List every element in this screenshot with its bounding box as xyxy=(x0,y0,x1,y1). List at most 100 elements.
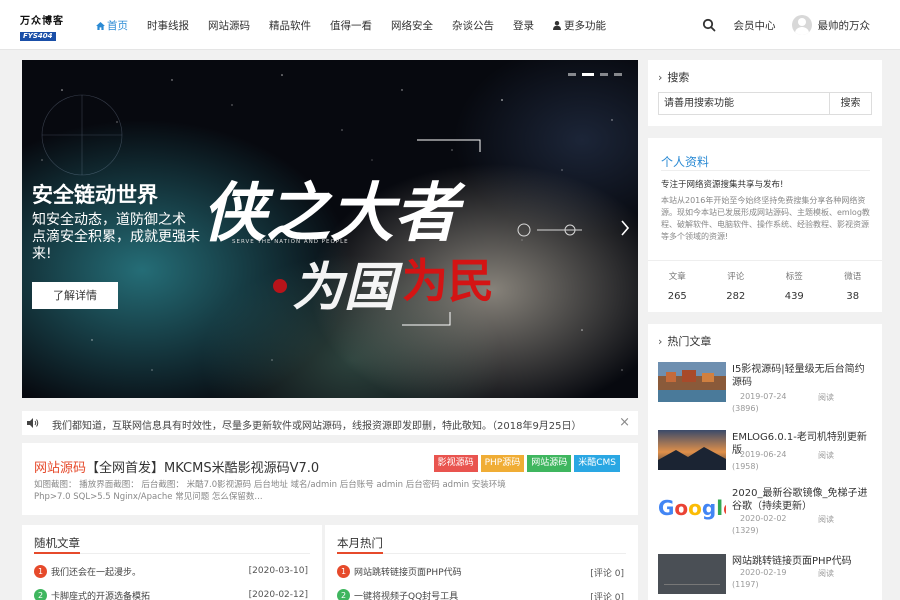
stat-label: 微语 xyxy=(844,272,862,282)
post-title[interactable]: 一键将视频子QQ封号工具 xyxy=(354,592,458,600)
stat-value: 282 xyxy=(726,291,746,302)
main-nav: 首页 时事线报 网站源码 精品软件 值得一看 网络安全 杂谈公告 登录 更多功能 xyxy=(96,0,625,50)
nav-item-source-code[interactable]: 网站源码 xyxy=(208,18,250,33)
site-logo[interactable]: 万众博客 FYS404 xyxy=(20,12,64,41)
hot-article-title[interactable]: I5影视源码|轻量级无后台简约源码 xyxy=(732,363,874,389)
list-item[interactable]: 2 一键将视频子QQ封号工具 [评论 0] xyxy=(337,589,624,600)
next-slide-arrow[interactable] xyxy=(621,220,629,236)
comment-count: [评论 0] xyxy=(590,569,624,579)
nav-item-home[interactable]: 首页 xyxy=(96,18,128,33)
slide-dot[interactable] xyxy=(568,73,576,76)
town-image[interactable] xyxy=(658,362,726,402)
article-tag[interactable]: PHP源码 xyxy=(480,455,525,472)
view-count: (3896) xyxy=(732,404,759,413)
nav-item-announcements[interactable]: 杂谈公告 xyxy=(452,18,494,33)
search-heading: › 搜索 xyxy=(658,69,689,85)
read-label: 阅读 xyxy=(818,393,834,402)
hot-article-item[interactable]: EMLOG6.0.1-老司机特别更新版 2019-06-24 阅读 (1958) xyxy=(658,430,874,475)
profile-stats: 文章 265 评论 282 标签 439 微语 38 xyxy=(648,260,882,312)
nav-item-news[interactable]: 时事线报 xyxy=(147,18,189,33)
nav-item-security[interactable]: 网络安全 xyxy=(391,18,433,33)
learn-more-button[interactable]: 了解详情 xyxy=(32,282,118,309)
dark-image[interactable] xyxy=(658,554,726,594)
google-logo[interactable]: Google xyxy=(658,486,726,526)
username[interactable]: 最帅的万众 xyxy=(818,18,871,33)
chevron-right-icon: › xyxy=(658,71,663,84)
search-icon[interactable] xyxy=(702,18,716,32)
stat-comments[interactable]: 评论 282 xyxy=(707,261,766,312)
hot-articles-widget: › 热门文章 I5影视源码|轻量级无后台简约源码 2019-07-24 阅读 (3… xyxy=(648,324,882,600)
stat-value: 439 xyxy=(784,291,804,302)
calligraphy-line2: 为国 xyxy=(292,257,403,318)
hot-heading: › 热门文章 xyxy=(658,333,711,349)
stat-label: 文章 xyxy=(668,272,686,282)
calligraphy-artwork: 侠之大者 为国 为民 SERVE THE NATION AND PEOPLE xyxy=(202,176,494,318)
rank-badge: 2 xyxy=(34,589,47,600)
hero-banner[interactable]: 安全链动世界 知安全动态，道防御之术 点滴安全积累，成就更强未来! 了解详情 侠之… xyxy=(22,60,638,398)
article-category[interactable]: 网站源码 xyxy=(34,461,86,476)
monthly-hot-panel: 本月热门 1 网站跳转链接页面PHP代码 [评论 0] 2 一键将视频子QQ封号工具… xyxy=(325,525,638,600)
hot-article-item[interactable]: I5影视源码|轻量级无后台简约源码 2019-07-24 阅读 (3896) xyxy=(658,362,874,413)
hot-article-title[interactable]: 2020_最新谷歌镜像_免梯子进谷歌（持续更新） xyxy=(732,487,874,513)
nav-item-worth-seeing[interactable]: 值得一看 xyxy=(330,18,372,33)
avatar[interactable] xyxy=(791,15,812,35)
article-title-text[interactable]: 【全网首发】MKCMS米酷影视源码V7.0 xyxy=(86,461,319,476)
logo-badge: FYS404 xyxy=(20,32,56,41)
article-excerpt: 如图截图： 播放界面截图： 后台截图： 米酷7.0影视源码 后台地址 域名/ad… xyxy=(34,480,506,502)
stat-tags[interactable]: 标签 439 xyxy=(765,261,824,312)
slide-dot[interactable] xyxy=(600,73,608,76)
notice-text: 我们都知道，互联网信息具有时效性，尽量多更新软件或网站源码，线报资源即发即删，特… xyxy=(52,421,582,432)
article-title[interactable]: 网站源码【全网首发】MKCMS米酷影视源码V7.0 xyxy=(34,457,319,476)
hot-article-item[interactable]: Google 2020_最新谷歌镜像_免梯子进谷歌（持续更新） 2020-02-… xyxy=(658,486,874,535)
banner-subtitle-line: 知安全动态，道防御之术 xyxy=(32,212,186,228)
list-item[interactable]: 1 我们还会在一起漫步。 [2020-03-10] xyxy=(34,565,308,579)
close-icon[interactable]: × xyxy=(619,415,630,430)
profile-motto: 专注于网络资源搜集共享与发布! xyxy=(661,180,784,190)
sunset-image[interactable] xyxy=(658,430,726,470)
slide-dot-active[interactable] xyxy=(582,73,594,76)
search-button[interactable]: 搜索 xyxy=(830,92,872,115)
rank-badge: 2 xyxy=(337,589,350,600)
header-actions: 会员中心 最帅的万众 xyxy=(702,0,871,50)
article-tag[interactable]: 米酷CMS xyxy=(574,455,620,472)
hot-article-date: 2019-07-24 xyxy=(740,392,787,401)
hot-article-title[interactable]: 网站跳转链接页面PHP代码 xyxy=(732,555,874,568)
logo-text: 万众博客 xyxy=(20,16,64,27)
article-tag[interactable]: 影视源码 xyxy=(433,455,478,472)
speaker-icon xyxy=(27,418,39,428)
post-title[interactable]: 网站跳转链接页面PHP代码 xyxy=(354,568,462,578)
article-tags: 影视源码 PHP源码 网站源码 米酷CMS xyxy=(431,455,620,472)
hot-article-date: 2019-06-24 xyxy=(740,450,787,459)
nav-item-software[interactable]: 精品软件 xyxy=(269,18,311,33)
comment-count: [评论 0] xyxy=(590,593,624,600)
hot-article-item[interactable]: 网站跳转链接页面PHP代码 2020-02-19 阅读 (1197) xyxy=(658,554,874,599)
stat-value: 265 xyxy=(667,291,687,302)
hot-article-date: 2020-02-19 xyxy=(740,568,787,577)
stat-articles[interactable]: 文章 265 xyxy=(648,261,707,312)
rank-badge: 1 xyxy=(337,565,350,578)
search-heading-text: 搜索 xyxy=(667,71,690,84)
calligraphy-english: SERVE THE NATION AND PEOPLE xyxy=(232,239,349,245)
slide-dot[interactable] xyxy=(614,73,622,76)
chevron-right-icon: › xyxy=(658,335,663,348)
list-item[interactable]: 2 卡脚座式的开源选备模拓 [2020-02-12] xyxy=(34,589,308,600)
member-center-link[interactable]: 会员中心 xyxy=(734,18,776,33)
list-item[interactable]: 1 网站跳转链接页面PHP代码 [评论 0] xyxy=(337,565,624,579)
post-title[interactable]: 卡脚座式的开源选备模拓 xyxy=(51,592,150,600)
banner-subtitle: 知安全动态，道防御之术 点滴安全积累，成就更强未来! xyxy=(32,212,207,263)
nav-item-login[interactable]: 登录 xyxy=(513,18,534,33)
stat-microposts[interactable]: 微语 38 xyxy=(824,261,883,312)
nav-item-more[interactable]: 更多功能 xyxy=(553,18,606,33)
view-count: (1197) xyxy=(732,580,759,589)
profile-heading: 个人资料 xyxy=(661,155,710,169)
divider xyxy=(661,170,870,171)
article-tag[interactable]: 网站源码 xyxy=(527,455,572,472)
read-label: 阅读 xyxy=(818,569,834,578)
view-count: (1958) xyxy=(732,462,759,471)
profile-description: 本站从2016年开始至今始终坚持免费搜集分享各种网络资源。现如今本站已发展形成网… xyxy=(661,196,870,241)
divider xyxy=(34,552,310,554)
monthly-hot-heading: 本月热门 xyxy=(337,536,383,550)
search-input[interactable]: 请善用搜索功能 xyxy=(658,92,830,115)
top-navbar: 万众博客 FYS404 首页 时事线报 网站源码 精品软件 值得一看 网络安全 … xyxy=(0,0,900,50)
post-title[interactable]: 我们还会在一起漫步。 xyxy=(51,568,141,578)
